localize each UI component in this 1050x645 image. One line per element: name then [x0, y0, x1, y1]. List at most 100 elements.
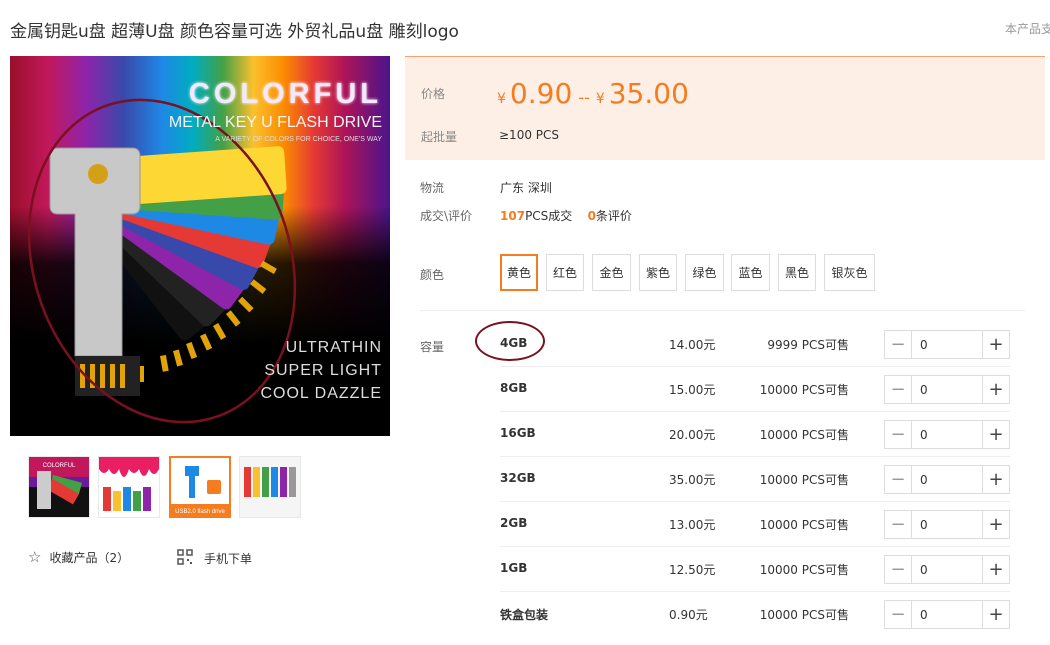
quantity-input[interactable] [912, 601, 982, 628]
decrement-button[interactable]: − [885, 331, 912, 358]
quantity-stepper: − + [884, 375, 1010, 404]
side-note: 本产品支 [1005, 22, 1050, 36]
hero-feature-2: SUPER LIGHT [264, 362, 382, 379]
quantity-stepper: − + [884, 600, 1010, 629]
increment-button[interactable]: + [982, 601, 1009, 628]
price-range: ¥ 0.90 -- ¥ 35.00 [497, 77, 689, 110]
section-divider [420, 310, 1025, 311]
color-option-gold[interactable]: 金色 [592, 254, 631, 291]
capacity-label: 容量 [420, 340, 445, 354]
logistics-value: 广东 深圳 [500, 181, 552, 195]
star-icon: ☆ [28, 548, 42, 566]
increment-button[interactable]: + [982, 556, 1009, 583]
thumb-paint-drips[interactable] [98, 456, 160, 518]
favorite-button[interactable]: ☆ 收藏产品（2） [28, 549, 129, 566]
mobile-order-button[interactable]: 手机下单 [177, 549, 252, 568]
decrement-button[interactable]: − [885, 601, 912, 628]
decrement-button[interactable]: − [885, 421, 912, 448]
thumb-colorful-keys[interactable]: COLORFUL [28, 456, 90, 518]
qr-code-icon [177, 549, 193, 568]
quantity-stepper: − + [884, 330, 1010, 359]
thumb-caption-text: USB2.0 flash drive [175, 509, 225, 515]
sku-name: 1GB [500, 561, 528, 575]
quantity-input[interactable] [912, 421, 982, 448]
annotation-circle [475, 321, 545, 361]
sku-name: 8GB [500, 381, 528, 395]
logistics-label: 物流 [420, 181, 445, 195]
decrement-button[interactable]: − [885, 466, 912, 493]
decrement-button[interactable]: − [885, 556, 912, 583]
increment-button[interactable]: + [982, 331, 1009, 358]
increment-button[interactable]: + [982, 376, 1009, 403]
sku-price: 12.50元 [669, 563, 716, 577]
thumb-usb-key[interactable]: USB2.0 flash drive [169, 456, 231, 518]
color-option-blue[interactable]: 蓝色 [731, 254, 770, 291]
color-option-black[interactable]: 黑色 [778, 254, 816, 291]
quantity-stepper: − + [884, 510, 1010, 539]
sku-stock: 10000 PCS可售 [759, 383, 849, 397]
sku-price: 0.90元 [669, 608, 708, 622]
sku-price: 35.00元 [669, 473, 716, 487]
color-option-purple[interactable]: 紫色 [639, 254, 677, 291]
sku-row: 4GB 14.00元 9999 PCS可售 − + [500, 322, 1010, 367]
sku-stock: 10000 PCS可售 [759, 563, 849, 577]
sku-row: 1GB 12.50元 10000 PCS可售 − + [500, 547, 1010, 592]
sku-stock: 10000 PCS可售 [759, 473, 849, 487]
quantity-input[interactable] [912, 466, 982, 493]
quantity-input[interactable] [912, 511, 982, 538]
product-main-image[interactable]: COLORFUL METAL KEY U FLASH DRIVE A VARIE… [10, 56, 390, 436]
quantity-stepper: − + [884, 555, 1010, 584]
sku-price: 13.00元 [669, 518, 716, 532]
decrement-button[interactable]: − [885, 376, 912, 403]
sku-stock: 10000 PCS可售 [759, 518, 849, 532]
quantity-input[interactable] [912, 376, 982, 403]
sku-row: 2GB 13.00元 10000 PCS可售 − + [500, 502, 1010, 547]
currency-symbol: ¥ [595, 91, 605, 107]
sku-price: 14.00元 [669, 338, 716, 352]
quantity-input[interactable] [912, 556, 982, 583]
sku-price: 20.00元 [669, 428, 716, 442]
hero-tagline: A VARIETY OF COLORS FOR CHOICE, ONE'S WA… [215, 136, 382, 143]
price-separator: -- [578, 88, 590, 107]
increment-button[interactable]: + [982, 466, 1009, 493]
deal-count-unit: PCS成交 [525, 209, 573, 223]
sku-row: 铁盒包装 0.90元 10000 PCS可售 − + [500, 592, 1010, 637]
price-panel: 价格 ¥ 0.90 -- ¥ 35.00 起批量 ≥100 PCS [405, 56, 1045, 160]
thumb-banner-text: COLORFUL [43, 463, 76, 469]
sku-row: 32GB 35.00元 10000 PCS可售 − + [500, 457, 1010, 502]
quantity-stepper: − + [884, 465, 1010, 494]
review-count-unit: 条评价 [595, 209, 632, 223]
color-option-green[interactable]: 绿色 [685, 254, 724, 291]
decrement-button[interactable]: − [885, 511, 912, 538]
increment-button[interactable]: + [982, 511, 1009, 538]
quantity-input[interactable] [912, 331, 982, 358]
sku-name: 2GB [500, 516, 528, 530]
deals-summary: 107PCS成交 0条评价 [500, 207, 632, 224]
sku-row: 16GB 20.00元 10000 PCS可售 − + [500, 412, 1010, 457]
moq-label: 起批量 [421, 130, 458, 144]
color-option-red[interactable]: 红色 [546, 254, 584, 291]
sku-name: 铁盒包装 [500, 608, 549, 622]
favorite-label: 收藏产品（2） [49, 551, 130, 565]
mobile-order-label: 手机下单 [204, 552, 253, 566]
hero-feature-3: COOL DAZZLE [260, 385, 382, 402]
color-option-yellow[interactable]: 黄色 [500, 254, 538, 291]
sku-row: 8GB 15.00元 10000 PCS可售 − + [500, 367, 1010, 412]
color-label: 颜色 [420, 268, 445, 282]
sku-name: 16GB [500, 426, 536, 440]
price-min: 0.90 [509, 77, 573, 110]
increment-button[interactable]: + [982, 421, 1009, 448]
currency-symbol: ¥ [497, 91, 506, 107]
color-option-silver-gray[interactable]: 银灰色 [824, 254, 875, 291]
hero-subtitle: METAL KEY U FLASH DRIVE [168, 114, 382, 131]
price-max: 35.00 [608, 77, 689, 110]
hero-feature-1: ULTRATHIN [285, 339, 382, 356]
deal-count: 107 [500, 209, 526, 223]
deals-label: 成交\评价 [420, 209, 473, 223]
thumb-color-row[interactable] [239, 456, 301, 518]
sku-name: 32GB [500, 471, 536, 485]
product-title: 金属钥匙u盘 超薄U盘 颜色容量可选 外贸礼品u盘 雕刻logo [10, 22, 459, 42]
quantity-stepper: − + [884, 420, 1010, 449]
sku-price: 15.00元 [669, 383, 716, 397]
review-count: 0 [587, 209, 596, 223]
